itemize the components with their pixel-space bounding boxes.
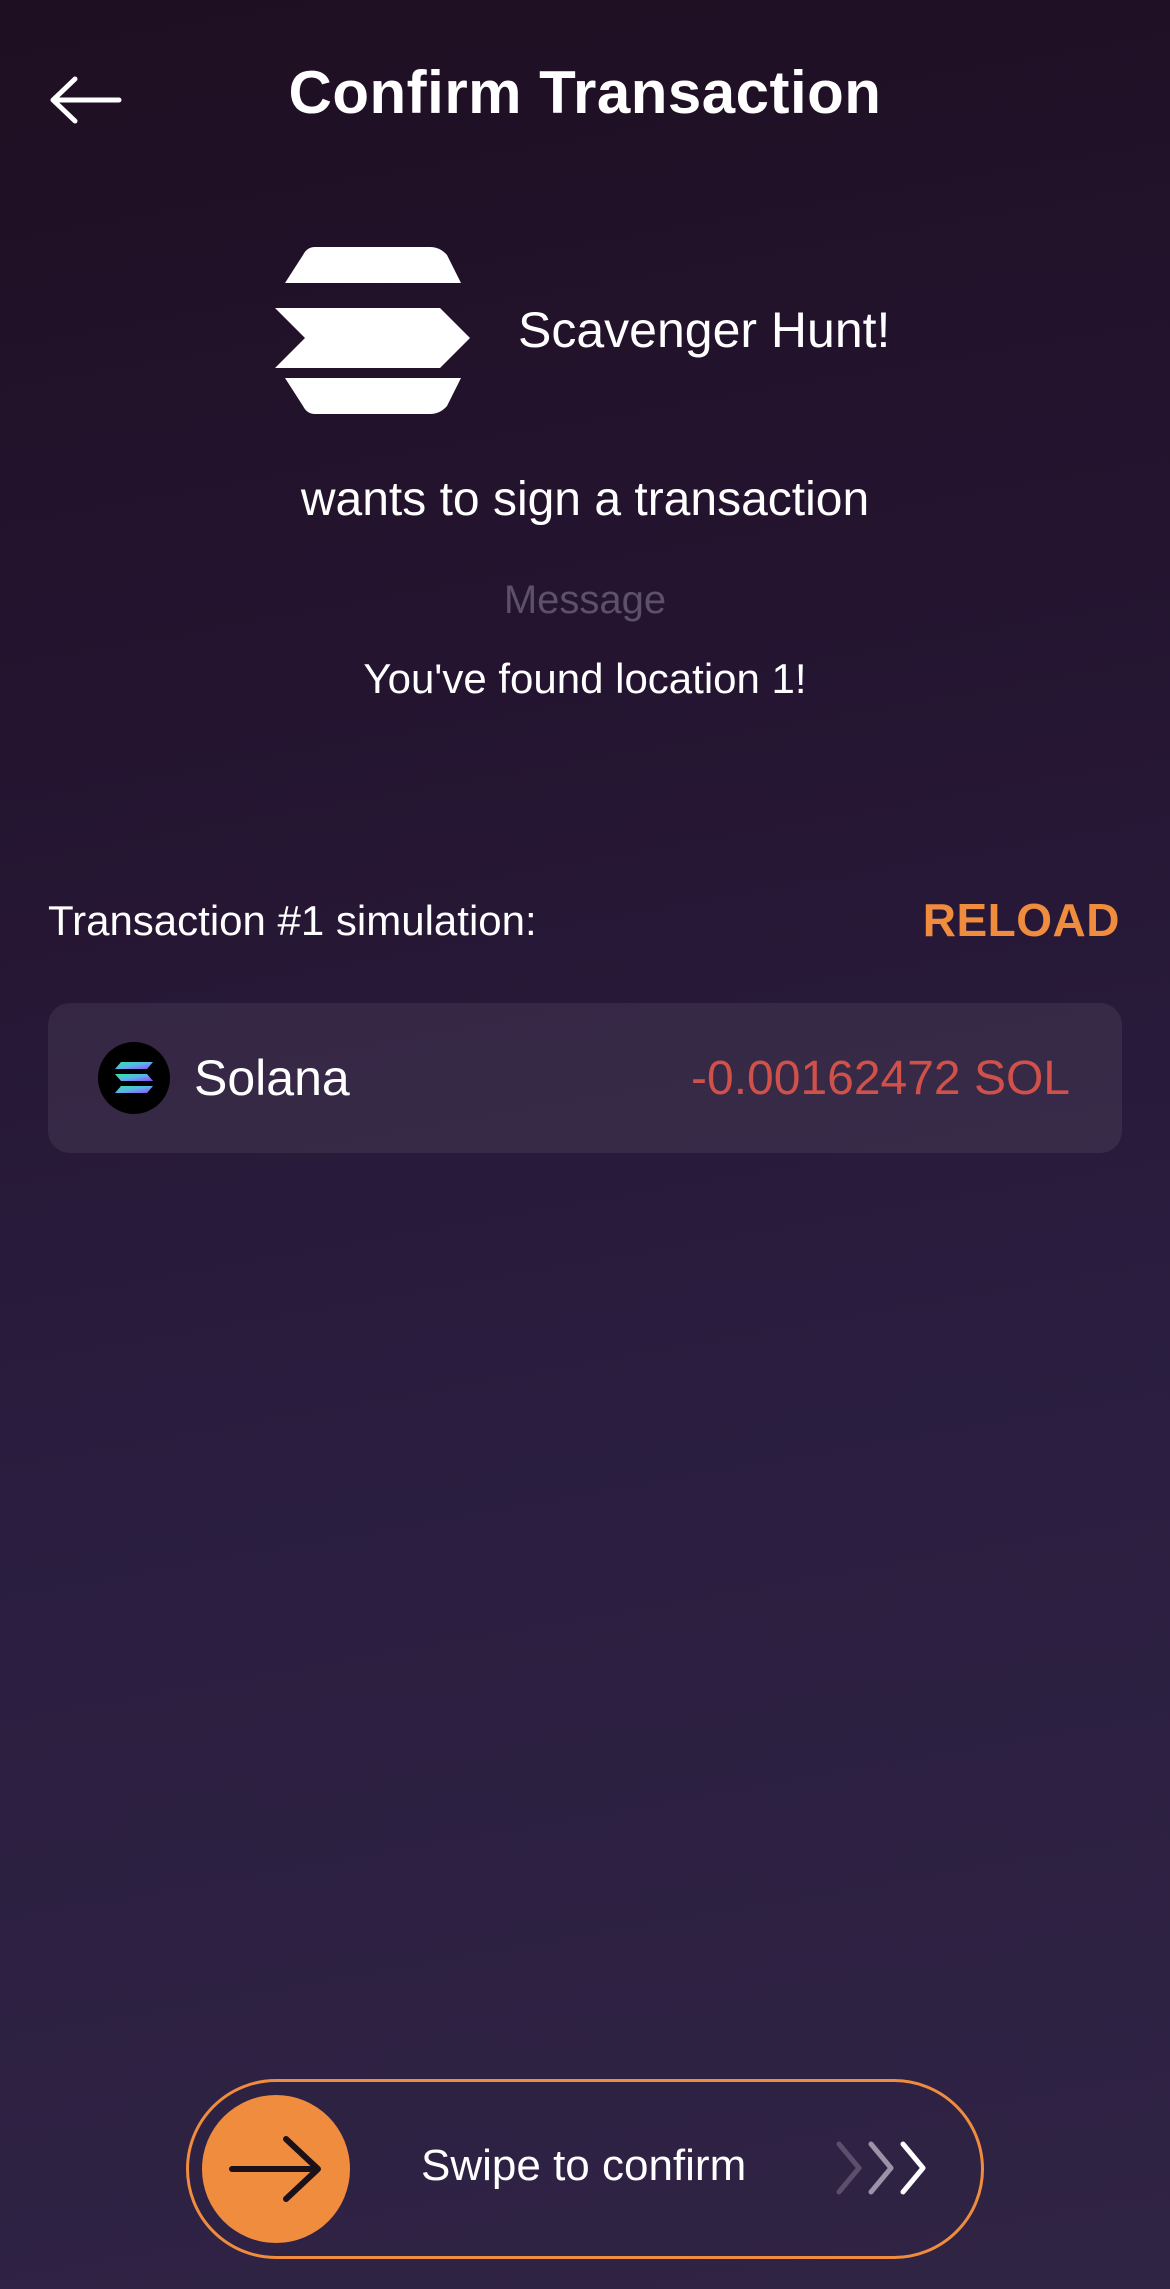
confirm-transaction-screen: Confirm Transaction Scavenger Hunt! want…	[0, 0, 1170, 2289]
page-title: Confirm Transaction	[288, 59, 882, 126]
balance-change-row: Solana -0.00162472 SOL	[48, 1003, 1122, 1153]
swipe-handle[interactable]	[202, 2095, 350, 2243]
token-name: Solana	[194, 1050, 350, 1106]
swipe-label: Swipe to confirm	[421, 2141, 747, 2190]
swipe-to-confirm[interactable]: Swipe to confirm	[186, 2079, 984, 2259]
app-identity: Scavenger Hunt!	[275, 240, 890, 420]
simulation-label: Transaction #1 simulation:	[48, 897, 537, 944]
chevrons-right-icon	[836, 2141, 926, 2195]
app-name: Scavenger Hunt!	[518, 302, 891, 358]
message-text: You've found location 1!	[363, 655, 807, 702]
solana-logo-icon	[275, 246, 470, 414]
request-description: wants to sign a transaction	[300, 473, 870, 526]
reload-button[interactable]: RELOAD	[923, 893, 1120, 947]
solana-token-icon	[98, 1042, 170, 1114]
token-amount: -0.00162472 SOL	[691, 1051, 1070, 1105]
message-label: Message	[503, 578, 667, 622]
arrow-right-icon	[229, 2136, 321, 2202]
